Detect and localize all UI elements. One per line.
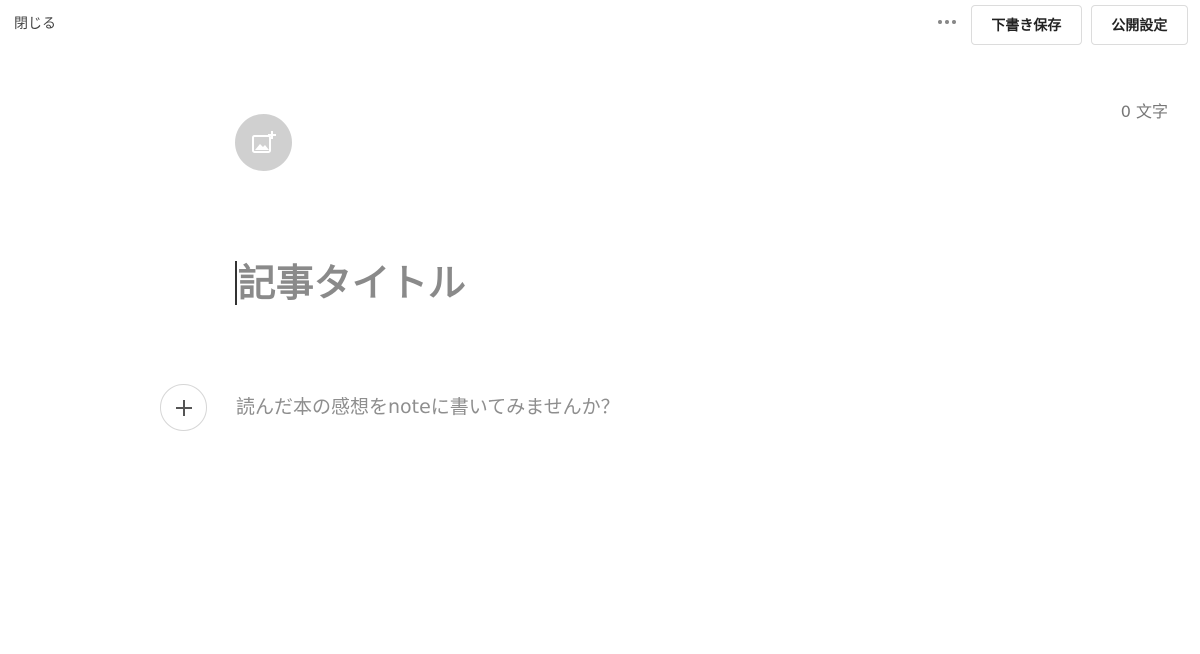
note-editor: 閉じる 下書き保存 公開設定 0 文字 記事タイトル 読んだ本の感想をnoteに… xyxy=(0,0,1200,654)
title-placeholder: 記事タイトル xyxy=(238,261,467,305)
more-horizontal-icon xyxy=(938,20,942,24)
more-dot xyxy=(952,20,956,24)
text-caret xyxy=(235,261,237,305)
more-dot xyxy=(945,20,949,24)
add-image-icon xyxy=(251,130,276,153)
add-block-button[interactable] xyxy=(160,384,207,431)
save-draft-button[interactable]: 下書き保存 xyxy=(971,5,1082,45)
publish-settings-button[interactable]: 公開設定 xyxy=(1091,5,1188,45)
title-input[interactable]: 記事タイトル xyxy=(235,258,466,308)
more-options-button[interactable] xyxy=(934,13,960,31)
plus-icon xyxy=(175,399,192,416)
header-image-button[interactable] xyxy=(235,114,292,171)
char-count: 0 文字 xyxy=(1120,102,1168,121)
close-link[interactable]: 閉じる xyxy=(14,15,56,33)
body-input[interactable]: 読んだ本の感想をnoteに書いてみませんか？ xyxy=(236,394,620,420)
